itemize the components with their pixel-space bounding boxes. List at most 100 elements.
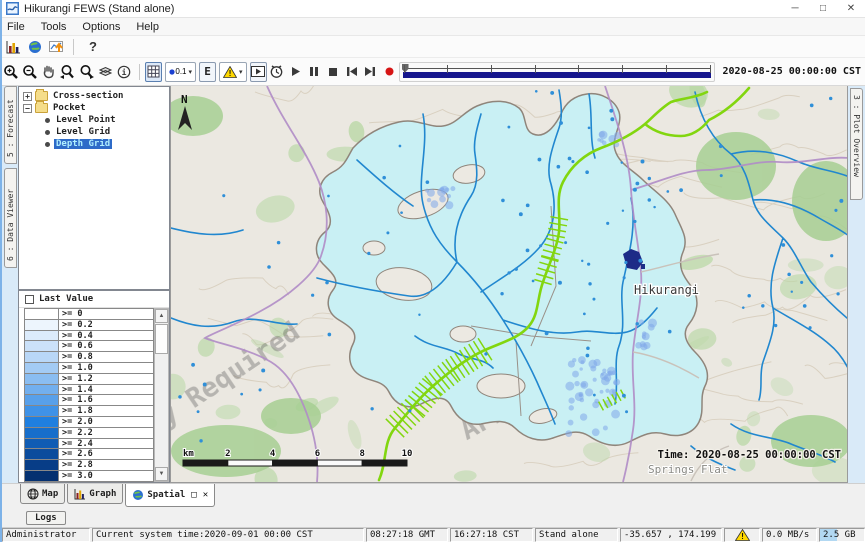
bottom-tab-bar: Map Graph Spatial □ ✕	[2, 483, 865, 509]
left-panel: + Cross-section − Pocket Level Point Lev…	[18, 86, 170, 483]
legend-row[interactable]: >= 1.2	[25, 374, 154, 385]
zoom-out-icon[interactable]	[22, 62, 39, 82]
timer-icon[interactable]	[269, 62, 286, 82]
legend-class-label: >= 2.8	[59, 460, 93, 470]
main-toolbar: ?	[2, 36, 865, 58]
legend-class-label: >= 1.8	[59, 406, 93, 416]
close-button[interactable]: ✕	[837, 0, 865, 17]
threshold-dropdown[interactable]: 0.1▾	[165, 62, 196, 82]
timeline-tick	[447, 65, 448, 73]
legend-row[interactable]: >= 0.2	[25, 320, 154, 331]
bullet-icon	[45, 142, 50, 147]
stop-button[interactable]	[325, 62, 342, 82]
tree-node-level-grid[interactable]: Level Grid	[19, 126, 169, 138]
last-value-checkbox[interactable]	[25, 295, 34, 304]
legend-color-swatch	[25, 417, 59, 427]
timeline-tick	[622, 65, 623, 73]
svg-text:i: i	[122, 67, 127, 77]
tree-node-pocket[interactable]: − Pocket	[19, 102, 169, 114]
titlebar: Hikurangi FEWS (Stand alone) ─ □ ✕	[2, 0, 865, 18]
status-warning[interactable]: !	[724, 528, 760, 542]
warning-dropdown[interactable]: !▾	[219, 62, 247, 82]
animation-button[interactable]	[250, 62, 267, 82]
map-viewport[interactable]: API Key Required API Key Required	[170, 86, 848, 483]
timeline-tick	[666, 65, 667, 73]
legend-class-label: >= 1.4	[59, 385, 93, 395]
tab-map[interactable]: Map	[20, 484, 65, 504]
maximize-button[interactable]: □	[809, 0, 837, 17]
logs-button[interactable]: Logs	[26, 511, 66, 525]
tab-graph[interactable]: Graph	[67, 484, 123, 504]
legend-color-swatch	[25, 471, 59, 481]
legend-scrollbar[interactable]: ▲ ▼	[154, 308, 169, 482]
legend-color-swatch	[25, 309, 59, 319]
scroll-down-icon[interactable]: ▼	[155, 467, 168, 481]
tab-restore-icon[interactable]: □	[191, 490, 196, 500]
menu-help[interactable]: Help	[128, 18, 167, 36]
tab-close-icon[interactable]: ✕	[203, 490, 208, 500]
flat-label: Springs Flat	[648, 463, 727, 476]
tab-spatial-label: Spatial	[147, 490, 185, 500]
legend-row[interactable]: >= 1.0	[25, 363, 154, 374]
tab-forecast[interactable]: 5 : Forecast	[4, 86, 17, 164]
status-local-time: 16:27:18 CST	[450, 528, 533, 542]
help-button[interactable]: ?	[89, 39, 97, 54]
tree-node-level-point[interactable]: Level Point	[19, 114, 169, 126]
menu-options[interactable]: Options	[74, 18, 128, 36]
legend-row[interactable]: >= 1.4	[25, 385, 154, 396]
svg-text:km: km	[183, 449, 194, 459]
folder-icon	[35, 103, 48, 113]
minimize-button[interactable]: ─	[781, 0, 809, 17]
pause-button[interactable]	[306, 62, 323, 82]
map-canvas: API Key Required API Key Required	[171, 86, 848, 483]
layers-icon[interactable]	[97, 62, 114, 82]
svg-text:!: !	[228, 69, 233, 78]
tab-spatial[interactable]: Spatial □ ✕	[125, 484, 215, 507]
record-button[interactable]	[381, 62, 398, 82]
legend-row[interactable]: >= 0.8	[25, 352, 154, 363]
collapse-icon[interactable]: −	[23, 104, 32, 113]
legend-row[interactable]: >= 2.4	[25, 439, 154, 450]
menu-tools[interactable]: Tools	[33, 18, 75, 36]
zoom-next-icon[interactable]	[78, 62, 95, 82]
pan-hand-icon[interactable]	[40, 62, 57, 82]
tab-data-viewer[interactable]: 6 : Data Viewer	[4, 168, 17, 268]
play-button[interactable]	[287, 62, 304, 82]
status-memory: 2.5 GB	[819, 528, 865, 542]
scroll-up-icon[interactable]: ▲	[155, 309, 168, 323]
svg-text:8: 8	[359, 449, 364, 459]
timeline-slider[interactable]	[399, 62, 715, 82]
right-tab-strip: 3 : Plot Overview	[848, 86, 865, 483]
legend-row[interactable]: >= 2.0	[25, 417, 154, 428]
step-backward-button[interactable]	[343, 62, 360, 82]
scrollbar-thumb[interactable]	[155, 324, 168, 354]
info-icon[interactable]: i	[116, 62, 133, 82]
zoom-previous-icon[interactable]	[59, 62, 76, 82]
grid-toggle-button[interactable]	[145, 62, 162, 82]
legend-row[interactable]: >= 0	[25, 309, 154, 320]
labels-button[interactable]: E	[199, 62, 216, 82]
legend-class-label: >= 1.2	[59, 374, 93, 384]
menu-file[interactable]: File	[2, 18, 33, 36]
legend-row[interactable]: >= 1.8	[25, 406, 154, 417]
legend-row[interactable]: >= 1.6	[25, 395, 154, 406]
globe-icon	[132, 489, 144, 501]
last-value-label: Last Value	[39, 294, 93, 304]
tab-plot-overview[interactable]: 3 : Plot Overview	[850, 88, 863, 200]
legend-row[interactable]: >= 0.4	[25, 331, 154, 342]
chart-arrow-icon[interactable]	[47, 37, 67, 57]
zoom-in-icon[interactable]	[3, 62, 20, 82]
tree-node-depth-grid[interactable]: Depth Grid	[19, 138, 169, 150]
legend-class-label: >= 3.0	[59, 471, 93, 481]
legend-row[interactable]: >= 0.6	[25, 341, 154, 352]
legend-row[interactable]: >= 2.8	[25, 460, 154, 471]
legend-row[interactable]: >= 3.0	[25, 471, 154, 482]
explorer-bars-icon[interactable]	[3, 37, 23, 57]
globe-icon[interactable]	[25, 37, 45, 57]
step-forward-button[interactable]	[362, 62, 379, 82]
legend-color-swatch	[25, 341, 59, 351]
statusbar: Administrator Current system time:2020-0…	[2, 527, 865, 542]
legend-row[interactable]: >= 2.6	[25, 449, 154, 460]
expand-icon[interactable]: +	[23, 92, 32, 101]
legend-row[interactable]: >= 2.2	[25, 428, 154, 439]
